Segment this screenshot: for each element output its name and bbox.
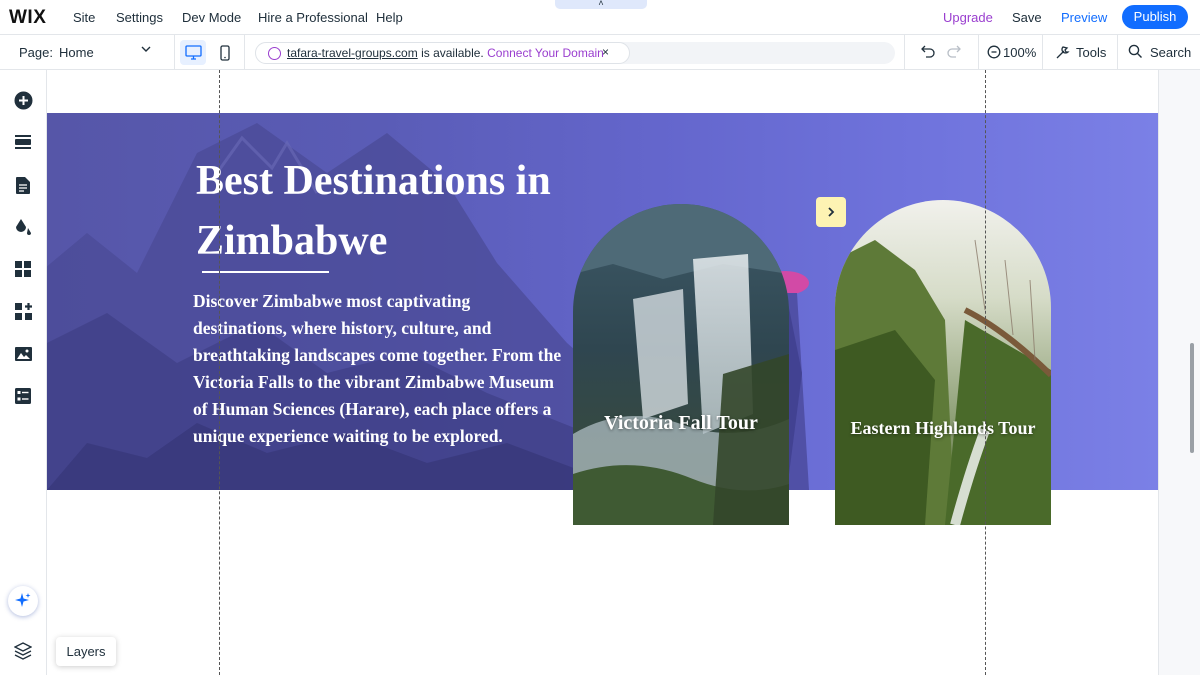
divider	[174, 35, 175, 70]
ai-assistant-button[interactable]	[8, 586, 38, 616]
domain-availability: is available.	[421, 46, 484, 60]
tour-card-eastern-highlands[interactable]: Eastern Highlands Tour	[835, 200, 1051, 525]
divider	[904, 35, 905, 70]
media-icon[interactable]	[12, 343, 34, 365]
top-bar: WIX Site Settings Dev Mode Hire a Profes…	[0, 0, 1200, 35]
menu-help[interactable]: Help	[376, 10, 403, 25]
tools-button[interactable]: Tools	[1076, 45, 1106, 60]
domain-name[interactable]: tafara-travel-groups.com	[287, 46, 418, 60]
hero-title[interactable]: Best Destinations in Zimbabwe	[196, 151, 576, 271]
publish-button[interactable]: Publish	[1122, 5, 1188, 29]
apps-icon[interactable]	[12, 258, 34, 280]
preview-button[interactable]: Preview	[1061, 10, 1107, 25]
collapse-toolbar-handle[interactable]: ˄	[555, 0, 647, 9]
menu-settings[interactable]: Settings	[116, 10, 163, 25]
page-select[interactable]: Home	[59, 45, 94, 60]
sparkle-icon	[15, 593, 31, 607]
title-underline	[202, 271, 329, 273]
redo-icon[interactable]	[946, 43, 962, 64]
search-button[interactable]: Search	[1150, 45, 1191, 60]
url-bar: tafara-travel-groups.com is available. C…	[255, 42, 895, 64]
site-canvas[interactable]: Best Destinations in Zimbabwe Discover Z…	[47, 70, 1158, 675]
victoria-falls-image	[573, 204, 789, 525]
tour-card-victoria[interactable]: Victoria Fall Tour	[573, 204, 789, 525]
chevron-up-icon: ˄	[598, 0, 604, 8]
save-button[interactable]: Save	[1012, 10, 1042, 25]
desktop-icon	[184, 45, 202, 60]
zoom-level[interactable]: 100%	[1003, 45, 1036, 60]
desktop-view-button[interactable]	[180, 40, 206, 65]
layers-tooltip: Layers	[56, 637, 116, 666]
layers-icon[interactable]	[13, 642, 34, 662]
domain-text: tafara-travel-groups.com is available. C…	[287, 46, 604, 60]
editor-toolbar: Page: Home tafara-travel-groups.com is a…	[0, 35, 1200, 70]
search-icon[interactable]	[1128, 44, 1143, 64]
wix-logo[interactable]: WIX	[9, 7, 46, 29]
divider	[1117, 35, 1118, 70]
mobile-view-button[interactable]	[212, 40, 238, 65]
card-label-eastern-highlands[interactable]: Eastern Highlands Tour	[835, 418, 1051, 439]
close-icon[interactable]: ×	[602, 45, 609, 59]
left-toolbar	[0, 70, 47, 675]
undo-icon[interactable]	[920, 43, 936, 64]
card-label-victoria[interactable]: Victoria Fall Tour	[573, 412, 789, 435]
design-icon[interactable]	[12, 216, 34, 238]
scrollbar-thumb[interactable]	[1190, 343, 1194, 453]
upgrade-link[interactable]: Upgrade	[943, 10, 993, 25]
tools-icon[interactable]	[1055, 44, 1071, 65]
hero-description[interactable]: Discover Zimbabwe most captivating desti…	[193, 288, 565, 450]
mobile-icon	[220, 44, 230, 61]
menu-site[interactable]: Site	[73, 10, 95, 25]
connect-domain-link[interactable]: Connect Your Domain	[487, 46, 604, 60]
divider	[1042, 35, 1043, 70]
eastern-highlands-image	[835, 200, 1051, 525]
cms-icon[interactable]	[12, 385, 34, 407]
chevron-down-icon[interactable]	[140, 43, 152, 58]
domain-banner: tafara-travel-groups.com is available. C…	[255, 42, 630, 64]
gridline-right	[985, 70, 986, 675]
pages-icon[interactable]	[12, 174, 34, 196]
add-icon[interactable]	[12, 89, 34, 111]
gridline-left	[219, 70, 220, 675]
divider	[244, 35, 245, 70]
globe-icon	[268, 47, 281, 60]
sections-icon[interactable]	[12, 131, 34, 153]
zoom-icon[interactable]	[987, 45, 1001, 64]
menu-dev-mode[interactable]: Dev Mode	[182, 10, 241, 25]
page-label: Page:	[19, 45, 53, 60]
menu-hire-professional[interactable]: Hire a Professional	[258, 10, 368, 25]
divider	[978, 35, 979, 70]
add-apps-icon[interactable]	[12, 300, 34, 322]
